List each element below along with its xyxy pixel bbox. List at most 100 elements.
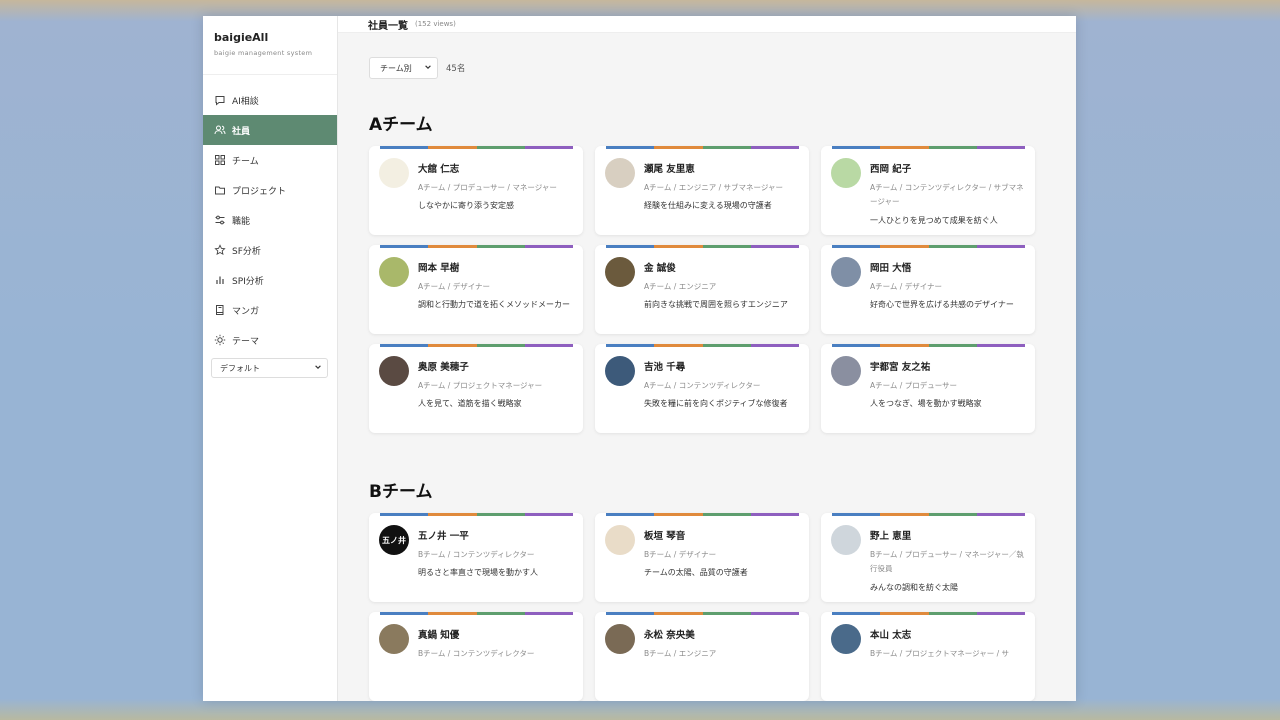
card-color-stripe	[606, 245, 799, 248]
star-icon	[214, 244, 226, 256]
sidebar-item-label: プロジェクト	[232, 186, 287, 197]
sidebar-item-label: テーマ	[232, 336, 260, 347]
employee-card[interactable]: 宇都宮 友之祐 Aチーム / プロデューサー 人をつなぎ、場を動かす戦略家	[821, 344, 1035, 433]
employee-info: 野上 恵里 Bチーム / プロデューサー / マネージャー／執行役員 みんなの調和を…	[870, 525, 1035, 602]
sidebar-item-theme[interactable]: テーマ	[203, 325, 337, 355]
employee-role: Aチーム / コンテンツディレクター / サブマネージャー	[870, 183, 1024, 207]
avatar: 五ノ井	[379, 525, 409, 555]
content: チーム別 45名 Aチーム大舘 仁志 Aチーム / プロデューサー / マネージャ…	[338, 33, 1076, 701]
employee-role: Bチーム / コンテンツディレクター	[418, 550, 535, 559]
employee-tagline: 前向きな挑戦で周囲を照らすエンジニア	[644, 300, 788, 310]
card-color-stripe	[832, 245, 1025, 248]
employee-role: Aチーム / デザイナー	[870, 282, 943, 291]
chevron-down-icon	[424, 63, 432, 73]
employee-info: 吉池 千尋 Aチーム / コンテンツディレクター 失敗を糧に前を向くポジティブな修復…	[644, 356, 809, 433]
employee-name: 奥原 美穂子	[418, 362, 469, 373]
chevron-down-icon	[314, 363, 322, 373]
employee-role: Aチーム / デザイナー	[418, 282, 491, 291]
employee-card[interactable]: 岡本 早樹 Aチーム / デザイナー調和と行動力で道を拓くメソッドメーカー	[369, 245, 583, 334]
team-heading: Aチーム	[369, 115, 433, 135]
employee-grid: 五ノ井 五ノ井 一平 Bチーム / コンテンツディレクター 明るさと率直さで現場を動か…	[369, 513, 1076, 701]
team-heading: Bチーム	[369, 482, 433, 502]
employee-card[interactable]: 奥原 美穂子 Aチーム / プロジェクトマネージャー 人を見て、道筋を描く戦略家	[369, 344, 583, 433]
employee-card[interactable]: 西岡 紀子 Aチーム / コンテンツディレクター / サブマネージャー一人ひとりを…	[821, 146, 1035, 235]
folder-icon	[214, 184, 226, 196]
employee-info: 大舘 仁志 Aチーム / プロデューサー / マネージャー しなやかに寄り添う安定感	[418, 158, 583, 235]
app-window: baigieAll baigie management system AI相談社…	[203, 16, 1076, 701]
filter-row: チーム別 45名	[369, 57, 1076, 79]
group-by-select[interactable]: チーム別	[369, 57, 438, 79]
employee-info: 本山 太志 Bチーム / プロジェクトマネージャー / サ	[870, 624, 1035, 701]
employee-card[interactable]: 五ノ井 五ノ井 一平 Bチーム / コンテンツディレクター 明るさと率直さで現場を動か…	[369, 513, 583, 602]
avatar	[831, 257, 861, 287]
avatar	[379, 624, 409, 654]
sidebar-item-skills[interactable]: 職能	[203, 205, 337, 235]
employee-name: 岡田 大悟	[870, 263, 912, 274]
avatar	[831, 624, 861, 654]
employee-role: Bチーム / デザイナー	[644, 550, 717, 559]
avatar	[831, 356, 861, 386]
employee-role: Bチーム / エンジニア	[644, 649, 717, 658]
theme-select[interactable]: デフォルト	[211, 358, 328, 378]
card-color-stripe	[380, 146, 573, 149]
avatar	[605, 158, 635, 188]
avatar	[379, 257, 409, 287]
employee-info: 岡本 早樹 Aチーム / デザイナー調和と行動力で道を拓くメソッドメーカー	[418, 257, 583, 334]
employee-name: 瀬尾 友里恵	[644, 164, 695, 175]
avatar	[379, 158, 409, 188]
employee-card[interactable]: 吉池 千尋 Aチーム / コンテンツディレクター 失敗を糧に前を向くポジティブな修復…	[595, 344, 809, 433]
employee-role: Bチーム / コンテンツディレクター	[418, 649, 535, 658]
card-color-stripe	[606, 612, 799, 615]
card-color-stripe	[606, 513, 799, 516]
employee-card[interactable]: 板垣 琴音 Bチーム / デザイナーチームの太陽、品質の守護者	[595, 513, 809, 602]
page-title: 社員一覧	[368, 20, 408, 32]
sidebar-nav: AI相談 社員チームプロジェクト 職能 SF分析 SPI分析マンガテーマ	[203, 75, 337, 355]
employee-tagline: チームの太陽、品質の守護者	[644, 568, 748, 578]
sidebar-item-projects[interactable]: プロジェクト	[203, 175, 337, 205]
sidebar-item-label: 職能	[232, 216, 251, 227]
sidebar-item-label: SF分析	[232, 246, 261, 257]
employee-name: 五ノ井 一平	[418, 531, 469, 542]
sidebar-item-ai[interactable]: AI相談	[203, 85, 337, 115]
employee-role: Aチーム / エンジニア / サブマネージャー	[644, 183, 783, 192]
employee-tagline: 明るさと率直さで現場を動かす人	[418, 568, 538, 578]
avatar	[379, 356, 409, 386]
chat-icon	[214, 94, 226, 106]
topbar: 社員一覧 (152 views)	[338, 16, 1076, 33]
employee-card[interactable]: 岡田 大悟 Aチーム / デザイナー好奇心で世界を広げる共感のデザイナー	[821, 245, 1035, 334]
employee-name: 真鍋 知優	[418, 630, 460, 641]
employee-tagline: 調和と行動力で道を拓くメソッドメーカー	[418, 300, 570, 310]
view-count: (152 views)	[415, 20, 456, 28]
employee-card[interactable]: 本山 太志 Bチーム / プロジェクトマネージャー / サ	[821, 612, 1035, 701]
employee-name: 板垣 琴音	[644, 531, 686, 542]
team-list: Aチーム大舘 仁志 Aチーム / プロデューサー / マネージャー しなやかに寄り添…	[369, 110, 1076, 701]
employee-card[interactable]: 金 誠俊 Aチーム / エンジニア 前向きな挑戦で周囲を照らすエンジニア	[595, 245, 809, 334]
sidebar-item-employees[interactable]: 社員	[203, 115, 337, 145]
employee-name: 岡本 早樹	[418, 263, 460, 274]
brand: baigieAll baigie management system	[203, 16, 337, 75]
card-color-stripe	[380, 344, 573, 347]
theme-select-value: デフォルト	[220, 363, 260, 373]
employee-tagline: 好奇心で世界を広げる共感のデザイナー	[870, 300, 1014, 310]
sidebar-item-label: マンガ	[232, 306, 260, 317]
employee-name: 西岡 紀子	[870, 164, 912, 175]
employee-info: 岡田 大悟 Aチーム / デザイナー好奇心で世界を広げる共感のデザイナー	[870, 257, 1035, 334]
employee-card[interactable]: 永松 奈央美 Bチーム / エンジニア	[595, 612, 809, 701]
employee-card[interactable]: 大舘 仁志 Aチーム / プロデューサー / マネージャー しなやかに寄り添う安定感	[369, 146, 583, 235]
sidebar-item-teams[interactable]: チーム	[203, 145, 337, 175]
employee-name: 野上 恵里	[870, 531, 912, 542]
sidebar-item-manga[interactable]: マンガ	[203, 295, 337, 325]
employee-card[interactable]: 野上 恵里 Bチーム / プロデューサー / マネージャー／執行役員 みんなの調和を…	[821, 513, 1035, 602]
main: 社員一覧 (152 views) チーム別 45名 Aチーム大舘 仁志 Aチーム …	[338, 16, 1076, 701]
sidebar-item-label: チーム	[232, 156, 259, 167]
employee-tagline: 一人ひとりを見つめて成果を紡ぐ人	[870, 215, 998, 225]
employee-card[interactable]: 真鍋 知優 Bチーム / コンテンツディレクター	[369, 612, 583, 701]
sliders-icon	[214, 214, 226, 226]
card-color-stripe	[380, 612, 573, 615]
sidebar-item-sf[interactable]: SF分析	[203, 235, 337, 265]
employee-tagline: 人を見て、道筋を描く戦略家	[418, 399, 522, 409]
employee-card[interactable]: 瀬尾 友里恵 Aチーム / エンジニア / サブマネージャー 経験を仕組みに変える現…	[595, 146, 809, 235]
sidebar-item-spi[interactable]: SPI分析	[203, 265, 337, 295]
employee-tagline: 人をつなぎ、場を動かす戦略家	[870, 399, 982, 409]
card-color-stripe	[832, 146, 1025, 149]
